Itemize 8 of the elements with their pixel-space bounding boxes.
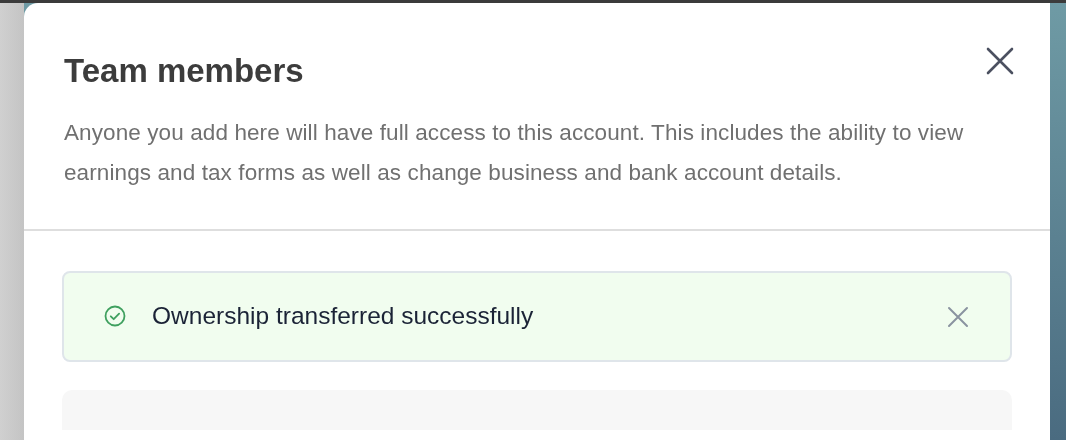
close-icon bbox=[946, 304, 970, 329]
close-button[interactable] bbox=[984, 45, 1016, 77]
alert-message: Ownership transferred successfully bbox=[152, 300, 535, 331]
dialog-description: Anyone you add here will have full access to this account. This includes the ability to view earnings and tax forms as well as change business and bank account details. bbox=[64, 118, 965, 187]
close-icon bbox=[984, 45, 1016, 77]
dialog-title: Team members bbox=[64, 51, 304, 91]
check-circle-icon bbox=[104, 305, 126, 328]
dismiss-button[interactable] bbox=[946, 304, 970, 329]
